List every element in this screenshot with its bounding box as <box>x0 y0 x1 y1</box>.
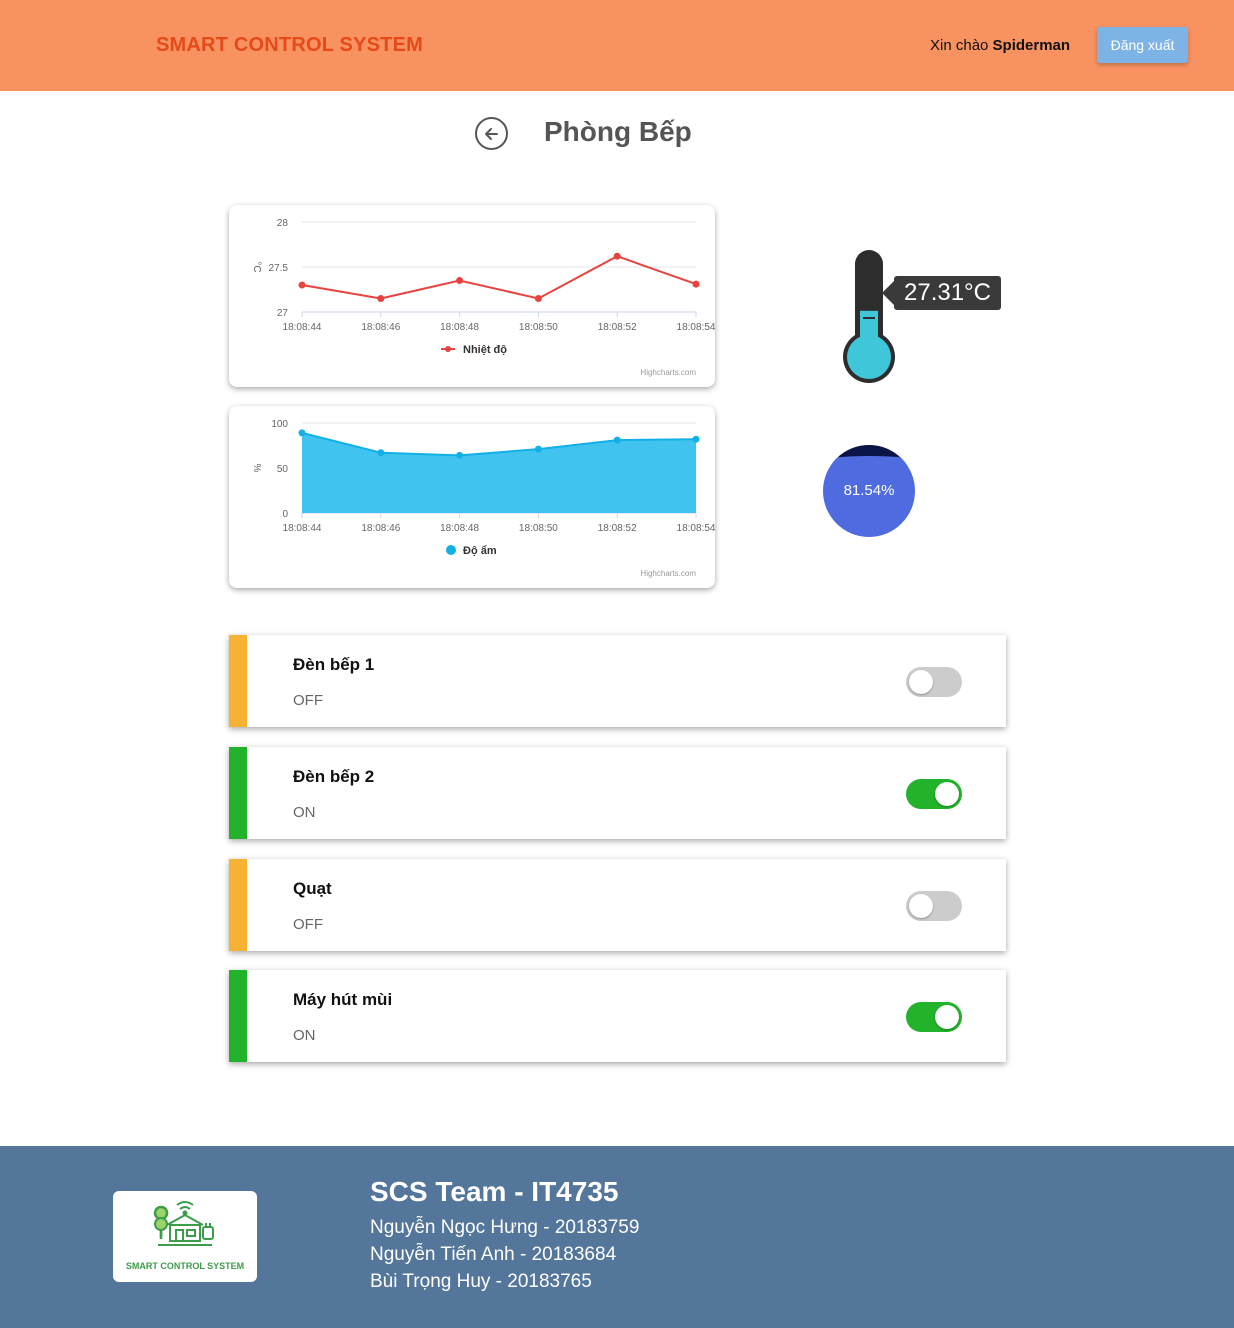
header: SMART CONTROL SYSTEM Xin chào Spiderman … <box>0 0 1234 91</box>
humidity-readout: 81.54% <box>843 482 895 499</box>
device-toggle[interactable] <box>906 1002 962 1032</box>
data-point <box>692 435 700 443</box>
thermometer-icon <box>843 250 895 383</box>
device-name: Quạt <box>293 879 332 898</box>
device-card: Quạt OFF <box>229 859 1006 951</box>
x-tick-label: 18:08:50 <box>519 322 558 333</box>
humidity-chart-card: 0 50 100% 18:08:44 18:08:46 18:08:48 18:08:50 1… <box>229 406 715 588</box>
device-status: ON <box>293 804 316 821</box>
data-point <box>534 445 542 453</box>
temperature-chart-card: 27 27.5 28 °C 18:08:44 18:08:46 18:08:48 18:08:… <box>229 205 715 387</box>
footer-logo: SMART CONTROL SYSTEM <box>113 1191 257 1282</box>
x-tick-label: 18:08:48 <box>440 523 479 534</box>
username: Spiderman <box>992 37 1071 54</box>
device-status-bar <box>229 635 247 727</box>
x-tick-label: 18:08:44 <box>283 322 322 333</box>
device-status-bar <box>229 747 247 839</box>
toggle-knob <box>909 894 933 918</box>
x-tick-label: 18:08:54 <box>677 322 715 333</box>
team-member: Bùi Trọng Huy - 20183765 <box>370 1271 592 1292</box>
y-tick-label: 27 <box>277 308 289 319</box>
y-tick-label: 27.5 <box>269 263 289 274</box>
temperature-readout: 27.31°C <box>882 276 1001 310</box>
data-point <box>613 252 621 260</box>
device-toggle[interactable] <box>906 779 962 809</box>
legend-label: Nhiệt độ <box>463 344 507 356</box>
device-status: OFF <box>293 916 323 933</box>
greeting-prefix: Xin chào <box>930 37 989 54</box>
footer: SMART CONTROL SYSTEM SCS Team - IT4735 N… <box>0 1146 1234 1328</box>
toggle-knob <box>935 1005 959 1029</box>
data-point <box>377 295 385 302</box>
team-member: Nguyễn Ngọc Hưng - 20183759 <box>370 1217 640 1238</box>
legend-symbol <box>446 545 456 555</box>
x-tick-label: 18:08:46 <box>361 322 400 333</box>
logout-button[interactable]: Đăng xuất <box>1097 27 1188 63</box>
smart-home-logo-icon <box>153 1201 214 1246</box>
x-tick-label: 18:08:50 <box>519 523 558 534</box>
page-title: Phòng Bếp <box>544 116 692 147</box>
humidity-gauge: 81.54% <box>823 445 915 537</box>
toggle-knob <box>909 670 933 694</box>
data-point <box>298 429 306 437</box>
series-area <box>302 432 696 513</box>
brand-title[interactable]: SMART CONTROL SYSTEM <box>156 34 423 57</box>
data-point <box>613 436 621 444</box>
data-point <box>534 295 542 302</box>
x-tick-label: 18:08:54 <box>677 523 715 534</box>
chart-credits: Highcharts.com <box>640 368 696 377</box>
device-toggle[interactable] <box>906 667 962 697</box>
x-tick-label: 18:08:52 <box>598 523 637 534</box>
arrow-left-icon <box>484 127 498 140</box>
humidity-chart: 0 50 100% 18:08:44 18:08:46 18:08:48 18:08:50 1… <box>251 419 715 578</box>
chart-credits: Highcharts.com <box>640 569 696 578</box>
series-line <box>301 255 697 300</box>
device-toggle[interactable] <box>906 891 962 921</box>
y-axis-label: °C <box>251 261 262 272</box>
device-name: Máy hút mùi <box>293 990 393 1009</box>
toggle-knob <box>935 782 959 806</box>
legend-symbol <box>445 346 451 352</box>
team-member: Nguyễn Tiến Anh - 20183684 <box>370 1244 617 1265</box>
device-status: OFF <box>293 692 323 709</box>
y-tick-label: 28 <box>277 218 289 229</box>
temperature-chart: 27 27.5 28 °C 18:08:44 18:08:46 18:08:48 18:08:… <box>251 218 715 377</box>
x-tick-label: 18:08:52 <box>598 322 637 333</box>
device-status-bar <box>229 970 247 1062</box>
humidity-gauge-wave <box>823 456 915 466</box>
footer-logo-text: SMART CONTROL SYSTEM <box>125 1261 245 1271</box>
device-card: Máy hút mùi ON <box>229 970 1006 1062</box>
device-name: Đèn bếp 1 <box>293 655 375 674</box>
greeting: Xin chào Spiderman <box>930 37 1070 54</box>
legend-label: Độ ẩm <box>463 545 497 557</box>
y-tick-label: 0 <box>282 509 288 520</box>
device-card: Đèn bếp 2 ON <box>229 747 1006 839</box>
y-axis-label: % <box>251 464 262 473</box>
data-point <box>692 280 700 288</box>
data-point <box>456 451 464 459</box>
device-status-bar <box>229 859 247 951</box>
data-point <box>377 449 385 457</box>
y-tick-label: 100 <box>271 419 288 430</box>
y-tick-label: 50 <box>277 464 289 475</box>
back-button[interactable] <box>475 117 508 150</box>
data-point <box>456 277 464 284</box>
device-name: Đèn bếp 2 <box>293 767 375 786</box>
device-status: ON <box>293 1027 316 1044</box>
data-point <box>298 281 306 289</box>
x-tick-label: 18:08:46 <box>361 523 400 534</box>
x-tick-label: 18:08:48 <box>440 322 479 333</box>
x-tick-label: 18:08:44 <box>283 523 322 534</box>
team-title: SCS Team - IT4735 <box>370 1176 619 1207</box>
device-card: Đèn bếp 1 OFF <box>229 635 1006 727</box>
